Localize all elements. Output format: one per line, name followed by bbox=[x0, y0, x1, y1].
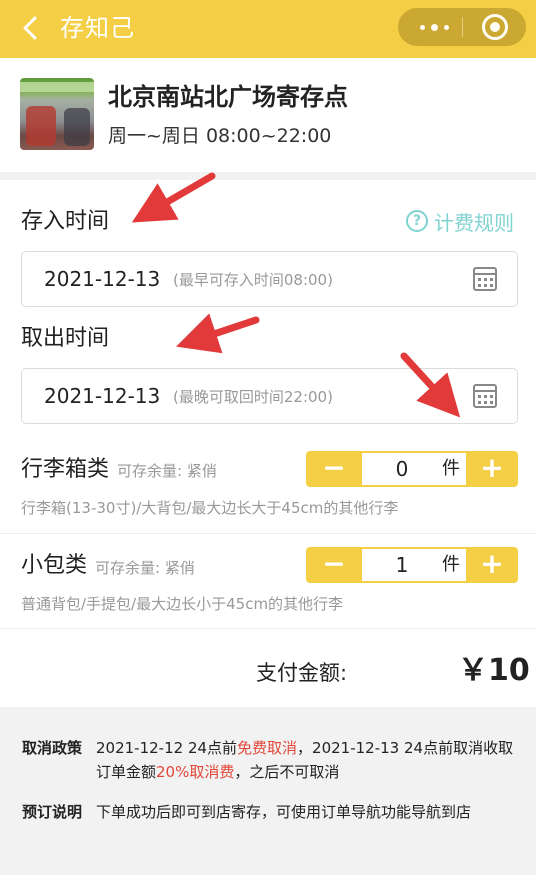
pricing-rules-label: 计费规则 bbox=[434, 210, 514, 235]
store-name: 北京南站北广场寄存点 bbox=[108, 83, 348, 111]
top-bar: 存知己 bbox=[0, 0, 536, 58]
divider bbox=[0, 628, 536, 629]
more-dots-icon[interactable] bbox=[412, 8, 456, 46]
cancel-policy-part: ，之后不可取消 bbox=[234, 763, 340, 781]
free-cancel-highlight: 免费取消 bbox=[237, 739, 298, 757]
booking-note-title: 预订说明 bbox=[22, 803, 83, 821]
suitcase-category-description: 行李箱(13-30寸)/大背包/最大边长大于45cm的其他行李 bbox=[21, 499, 399, 517]
cancel-policy-part: 2021-12-12 24点前 bbox=[96, 739, 238, 757]
small-bag-quantity-stepper: − 1 件 + bbox=[306, 547, 518, 583]
mini-program-capsule bbox=[398, 8, 526, 46]
booking-note-text: 下单成功后即可到店寄存，可使用订单导航功能导航到店 bbox=[96, 803, 472, 821]
pickup-date-field[interactable]: 2021-12-13 (最晚可取回时间22:00) bbox=[21, 368, 518, 424]
suitcase-quantity-value: 0 bbox=[395, 457, 409, 481]
cancel-policy-text: 2021-12-12 24点前免费取消，2021-12-13 24点前取消收取订… bbox=[96, 736, 516, 784]
suitcase-minus-button[interactable]: − bbox=[306, 451, 362, 487]
deposit-date-hint: (最早可存入时间08:00) bbox=[173, 271, 333, 289]
small-bag-category-title: 小包类 bbox=[21, 553, 88, 578]
pickup-date-value: 2021-12-13 bbox=[44, 384, 161, 408]
store-hours: 周一~周日 08:00~22:00 bbox=[108, 125, 332, 147]
small-bag-category-description: 普通背包/手提包/最大边长小于45cm的其他行李 bbox=[21, 595, 344, 613]
suitcase-quantity-field[interactable]: 0 件 bbox=[362, 453, 466, 485]
suitcase-category-title: 行李箱类 bbox=[21, 457, 110, 482]
calendar-icon[interactable] bbox=[473, 267, 497, 291]
question-icon: ? bbox=[406, 210, 428, 232]
target-circle-icon[interactable] bbox=[482, 14, 508, 40]
cancel-fee-highlight: 20%取消费 bbox=[156, 763, 235, 781]
policy-section: 取消政策 2021-12-12 24点前免费取消，2021-12-13 24点前… bbox=[0, 714, 536, 875]
pricing-rules-link[interactable]: ? 计费规则 bbox=[406, 206, 514, 236]
suitcase-quantity-unit: 件 bbox=[442, 458, 460, 479]
suitcase-quantity-stepper: − 0 件 + bbox=[306, 451, 518, 487]
small-bag-quantity-unit: 件 bbox=[442, 554, 460, 575]
divider bbox=[0, 533, 536, 534]
suitcase-plus-button[interactable]: + bbox=[466, 451, 518, 487]
payment-label: 支付金额: bbox=[256, 661, 348, 685]
small-bag-quantity-value: 1 bbox=[395, 553, 409, 577]
deposit-date-field[interactable]: 2021-12-13 (最早可存入时间08:00) bbox=[21, 251, 518, 307]
small-bag-minus-button[interactable]: − bbox=[306, 547, 362, 583]
page-title: 存知己 bbox=[60, 14, 135, 42]
small-bag-plus-button[interactable]: + bbox=[466, 547, 518, 583]
pickup-time-label: 取出时间 bbox=[21, 326, 110, 351]
deposit-time-label: 存入时间 bbox=[21, 209, 110, 234]
deposit-date-value: 2021-12-13 bbox=[44, 267, 161, 291]
store-thumbnail bbox=[20, 78, 94, 150]
calendar-icon[interactable] bbox=[473, 384, 497, 408]
store-card: 北京南站北广场寄存点 周一~周日 08:00~22:00 bbox=[0, 58, 536, 172]
pickup-date-hint: (最晚可取回时间22:00) bbox=[173, 388, 333, 406]
chevron-left-icon[interactable] bbox=[18, 12, 42, 44]
small-bag-stock-status: 可存余量: 紧俏 bbox=[95, 559, 195, 577]
payment-amount: ￥10 bbox=[458, 653, 530, 688]
capsule-divider bbox=[462, 17, 463, 37]
cancel-policy-title: 取消政策 bbox=[22, 739, 83, 757]
small-bag-quantity-field[interactable]: 1 件 bbox=[362, 549, 466, 581]
suitcase-stock-status: 可存余量: 紧俏 bbox=[117, 462, 217, 480]
